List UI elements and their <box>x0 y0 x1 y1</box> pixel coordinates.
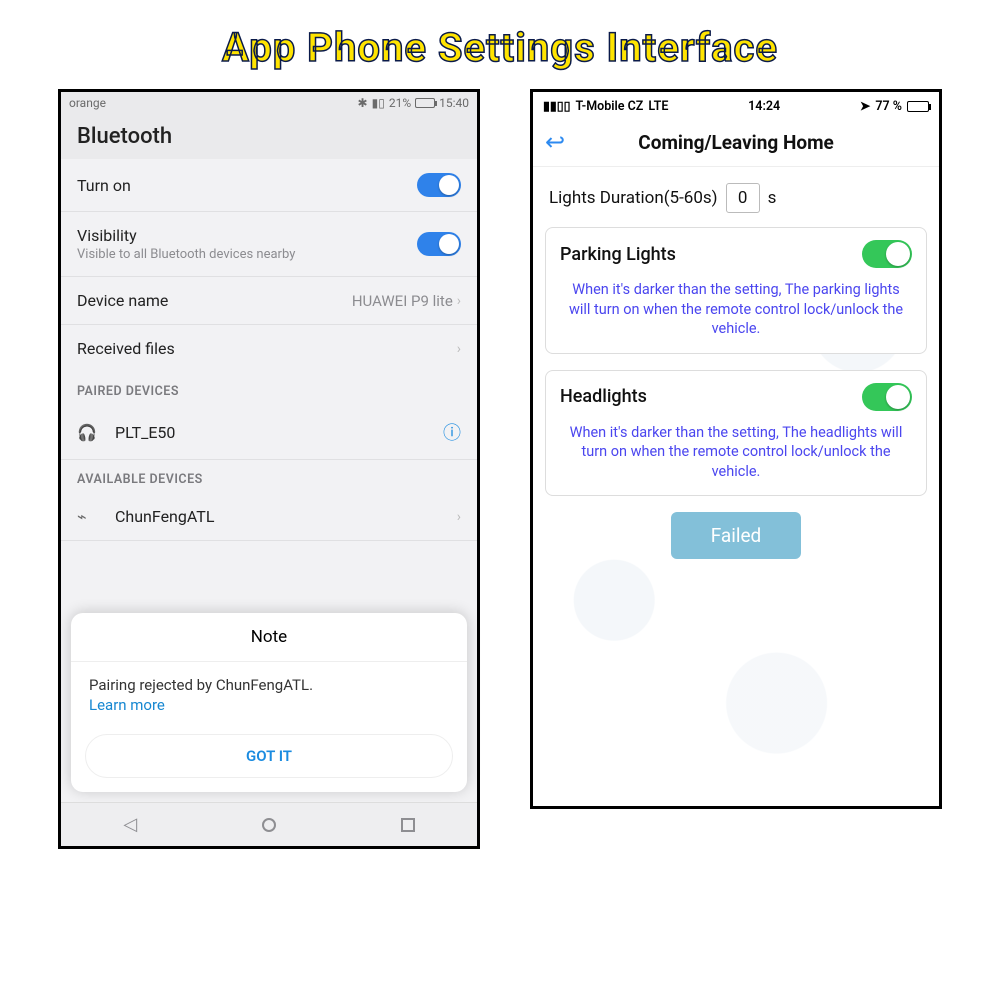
row-received-files[interactable]: Received files › <box>61 324 477 372</box>
duration-unit: s <box>768 188 777 208</box>
ios-status-bar: ▮▮▯▯ T-Mobile CZ LTE 14:24 ➤ 77 % <box>533 92 939 120</box>
available-devices-header: AVAILABLE DEVICES <box>61 460 477 493</box>
learn-more-link[interactable]: Learn more <box>89 696 165 714</box>
network-label: LTE <box>648 99 668 114</box>
back-nav-icon[interactable]: ◁ <box>123 814 137 835</box>
back-arrow-icon[interactable]: ↩ <box>545 128 565 156</box>
signal-icon: ▮▮▯▯ <box>543 98 571 114</box>
ios-screenshot: ▮▮▯▯ T-Mobile CZ LTE 14:24 ➤ 77 % ↩ Comi… <box>530 89 942 809</box>
parking-lights-toggle[interactable] <box>862 240 912 268</box>
parking-lights-title: Parking Lights <box>560 244 676 265</box>
info-icon[interactable]: ⓘ <box>443 419 461 445</box>
battery-icon <box>415 98 435 108</box>
device-name-value: HUAWEI P9 lite <box>352 292 453 310</box>
dialog-message: Pairing rejected by ChunFengATL. <box>89 676 449 694</box>
duration-label: Lights Duration(5-60s) <box>549 188 718 208</box>
android-status-bar: orange ✱ ▮▯ 21% 15:40 <box>61 92 477 114</box>
carrier-label: orange <box>69 96 106 110</box>
android-screenshot: orange ✱ ▮▯ 21% 15:40 Bluetooth Turn on … <box>58 89 480 849</box>
pairing-dialog: Note Pairing rejected by ChunFengATL. Le… <box>71 613 467 792</box>
received-files-label: Received files <box>77 339 175 358</box>
visibility-toggle[interactable] <box>417 232 461 256</box>
chevron-right-icon: › <box>457 341 461 357</box>
failed-button[interactable]: Failed <box>671 512 801 559</box>
row-turn-on[interactable]: Turn on <box>61 159 477 211</box>
row-visibility[interactable]: Visibility Visible to all Bluetooth devi… <box>61 211 477 276</box>
page-title: App Phone Settings Interface <box>0 0 1000 89</box>
battery-pct: 77 % <box>875 99 902 114</box>
headlights-desc: When it's darker than the setting, The h… <box>560 423 912 482</box>
clock: 14:24 <box>748 99 780 114</box>
turn-on-label: Turn on <box>77 176 131 195</box>
visibility-sublabel: Visible to all Bluetooth devices nearby <box>77 247 295 262</box>
carrier-label: T-Mobile CZ <box>576 99 644 114</box>
lights-duration-row: Lights Duration(5-60s) 0 s <box>545 175 927 227</box>
battery-pct: 21% <box>389 96 411 110</box>
parking-lights-card: Parking Lights When it's darker than the… <box>545 227 927 354</box>
turn-on-toggle[interactable] <box>417 173 461 197</box>
battery-icon <box>907 101 929 112</box>
headphones-icon: 🎧 <box>77 423 101 442</box>
paired-devices-header: PAIRED DEVICES <box>61 372 477 405</box>
chevron-right-icon: › <box>457 509 461 525</box>
recents-nav-icon[interactable] <box>401 818 415 832</box>
available-device-name: ChunFengATL <box>115 507 214 526</box>
headlights-toggle[interactable] <box>862 383 912 411</box>
clock: 15:40 <box>439 96 469 110</box>
screen-title: Bluetooth <box>61 114 477 159</box>
bluetooth-icon: ⌁ <box>77 507 101 526</box>
parking-lights-desc: When it's darker than the setting, The p… <box>560 280 912 339</box>
chevron-right-icon: › <box>457 293 461 309</box>
android-nav-bar: ◁ <box>61 802 477 846</box>
paired-device-name: PLT_E50 <box>115 423 175 442</box>
headlights-card: Headlights When it's darker than the set… <box>545 370 927 497</box>
duration-input[interactable]: 0 <box>726 183 760 213</box>
location-icon: ➤ <box>860 98 870 114</box>
device-name-label: Device name <box>77 291 168 310</box>
got-it-button[interactable]: GOT IT <box>85 734 453 778</box>
screen-title: Coming/Leaving Home <box>573 131 899 154</box>
row-device-name[interactable]: Device name HUAWEI P9 lite › <box>61 276 477 324</box>
available-device-row[interactable]: ⌁ ChunFengATL › <box>61 493 477 541</box>
headlights-title: Headlights <box>560 386 647 407</box>
dialog-title: Note <box>71 613 467 662</box>
signal-icon: ▮▯ <box>372 96 385 110</box>
ios-header: ↩ Coming/Leaving Home <box>533 120 939 167</box>
bluetooth-icon: ✱ <box>358 96 368 110</box>
visibility-label: Visibility <box>77 226 137 245</box>
home-nav-icon[interactable] <box>262 818 276 832</box>
paired-device-row[interactable]: 🎧 PLT_E50 ⓘ <box>61 405 477 460</box>
